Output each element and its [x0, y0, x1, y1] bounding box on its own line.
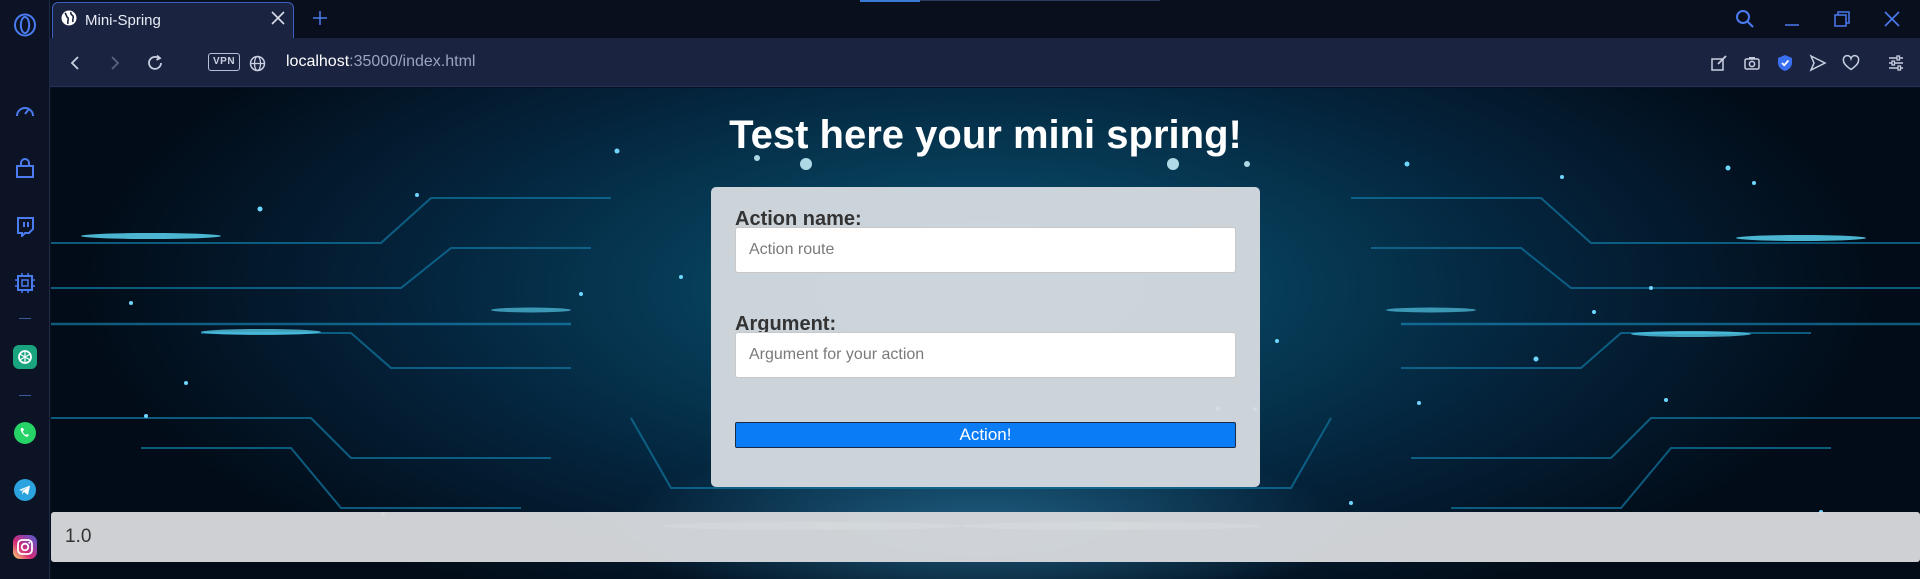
- edit-icon: [1711, 55, 1727, 71]
- browser-sidebar: [0, 0, 50, 579]
- reload-icon: [148, 54, 162, 70]
- snapshot-button[interactable]: [1739, 50, 1765, 76]
- shopping-bag-icon[interactable]: [13, 157, 37, 181]
- easy-setup-button[interactable]: [1883, 50, 1909, 76]
- snapshot-edit-button[interactable]: [1706, 50, 1732, 76]
- tab-mini-spring[interactable]: Mini-Spring: [52, 2, 294, 38]
- search-icon: [1736, 10, 1754, 28]
- tab-title: Mini-Spring: [85, 12, 161, 29]
- instagram-icon[interactable]: [13, 535, 37, 559]
- web-page: Test here your mini spring! Action name:…: [51, 88, 1920, 579]
- send-icon: [1809, 54, 1827, 72]
- loading-indicator: [860, 0, 920, 2]
- close-tab-icon[interactable]: [271, 11, 285, 30]
- forward-arrow-icon: [111, 56, 120, 70]
- whatsapp-icon[interactable]: [13, 421, 37, 445]
- telegram-icon[interactable]: [13, 478, 37, 502]
- ai-chip-icon[interactable]: [13, 271, 37, 295]
- close-icon: [1884, 11, 1900, 27]
- globe-icon: [249, 55, 265, 71]
- result-text: 1.0: [65, 526, 92, 547]
- search-tabs-button[interactable]: [1725, 4, 1765, 34]
- restore-button[interactable]: [1822, 4, 1862, 34]
- plus-icon: [313, 11, 327, 25]
- settings-sliders-icon: [1889, 55, 1903, 71]
- new-tab-button[interactable]: [308, 6, 332, 30]
- argument-input[interactable]: [735, 332, 1236, 378]
- result-output-panel: 1.0: [51, 512, 1920, 562]
- loading-track: [920, 0, 1160, 1]
- page-title: Test here your mini spring!: [729, 113, 1242, 157]
- sidebar-separator: [19, 395, 31, 396]
- address-toolbar: VPN localhost:35000/index.html: [50, 38, 1920, 87]
- tab-strip: Mini-Spring: [50, 0, 1920, 38]
- globe-icon: [61, 10, 77, 31]
- twitch-icon[interactable]: [13, 214, 37, 238]
- url-path: :35000/index.html: [349, 53, 476, 70]
- url-host: localhost: [286, 53, 350, 70]
- reload-button[interactable]: [142, 50, 168, 76]
- opera-logo-icon[interactable]: [13, 13, 37, 37]
- back-button[interactable]: [62, 50, 88, 76]
- minimize-icon: [1785, 24, 1799, 26]
- forward-button[interactable]: [102, 50, 128, 76]
- action-name-input[interactable]: [735, 227, 1236, 273]
- heart-icon: [1842, 54, 1860, 71]
- minimize-button[interactable]: [1772, 4, 1812, 34]
- chatgpt-icon[interactable]: [13, 345, 37, 369]
- restore-icon: [1834, 11, 1850, 27]
- vpn-badge[interactable]: VPN: [208, 53, 241, 71]
- back-arrow-icon: [70, 56, 79, 70]
- action-form: Action name: Argument: Action!: [711, 187, 1260, 487]
- send-button[interactable]: [1805, 50, 1831, 76]
- bookmark-button[interactable]: [1838, 50, 1864, 76]
- speed-dial-icon[interactable]: [13, 100, 37, 124]
- shield-icon: [1778, 55, 1792, 71]
- sidebar-separator: [19, 318, 31, 319]
- action-submit-button[interactable]: Action!: [735, 422, 1236, 448]
- address-field[interactable]: localhost:35000/index.html: [286, 53, 475, 71]
- ad-blocker-button[interactable]: [1772, 50, 1798, 76]
- close-window-button[interactable]: [1872, 4, 1912, 34]
- site-info-button[interactable]: [244, 50, 270, 76]
- camera-icon: [1744, 57, 1760, 70]
